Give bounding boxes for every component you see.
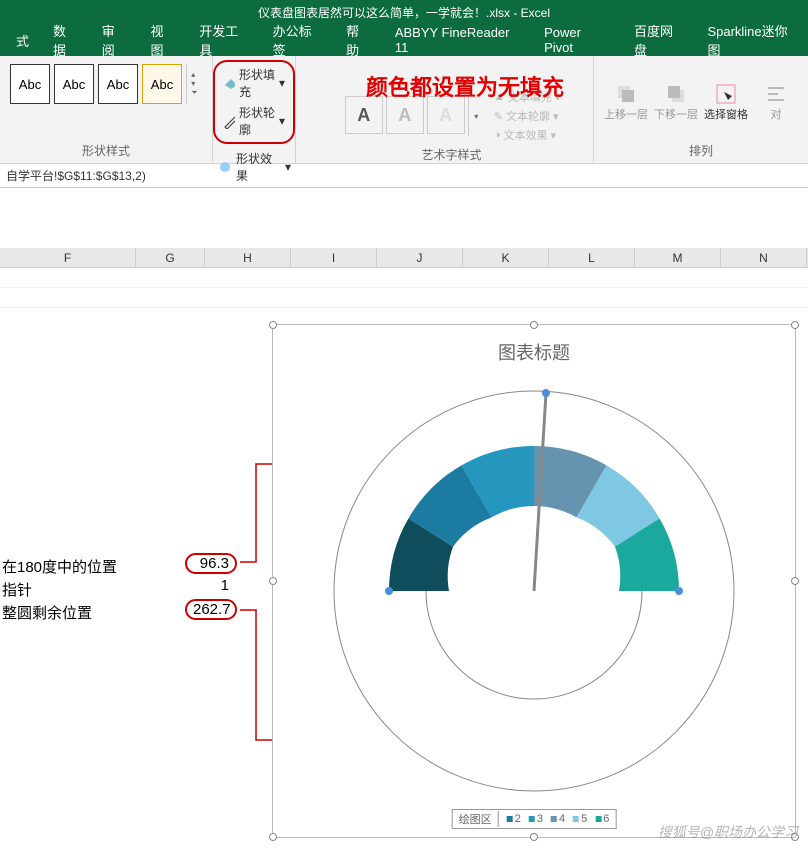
value-position[interactable]: 96.3	[185, 553, 237, 574]
ribbon-content: Abc Abc Abc Abc ▴▾⏷ 形状样式 形状填充 ▾ 形状轮廓 ▾ 形…	[0, 56, 808, 164]
series-handle[interactable]	[675, 587, 683, 595]
shape-outline-button[interactable]: 形状轮廓 ▾	[219, 102, 289, 140]
style-gallery-dropdown[interactable]: ▴▾⏷	[186, 64, 202, 104]
col-k[interactable]: K	[463, 248, 549, 267]
arrange-group-label: 排列	[689, 140, 713, 161]
col-f[interactable]: F	[0, 248, 136, 267]
selection-pane-icon	[714, 82, 738, 106]
col-j[interactable]: J	[377, 248, 463, 267]
shape-style-1[interactable]: Abc	[10, 64, 50, 104]
tab-format[interactable]: 式	[4, 25, 41, 56]
col-g[interactable]: G	[136, 248, 205, 267]
label-remaining: 整圆剩余位置	[2, 602, 117, 625]
legend-6: 6	[595, 813, 609, 825]
formula-text: 自学平台!$G$11:$G$13,2)	[6, 167, 146, 184]
series-handle[interactable]	[542, 389, 550, 397]
col-h[interactable]: H	[205, 248, 291, 267]
text-effects-icon: ◑	[494, 129, 501, 141]
send-backward-button[interactable]: 下移一层	[654, 82, 698, 122]
sel-handle-tr[interactable]	[791, 321, 799, 329]
sel-handle-ml[interactable]	[269, 577, 277, 585]
align-icon	[764, 82, 788, 106]
col-l[interactable]: L	[549, 248, 635, 267]
shape-style-4[interactable]: Abc	[142, 64, 182, 104]
legend-3: 3	[529, 813, 543, 825]
sel-handle-tl[interactable]	[269, 321, 277, 329]
ribbon-tabs: 式 数据 审阅 视图 开发工具 办公标签 帮助 ABBYY FineReader…	[0, 24, 808, 56]
annotation-text: 颜色都设置为无填充	[366, 70, 564, 102]
text-effects-button: ◑文本效果 ▾	[492, 126, 562, 144]
gauge-chart[interactable]	[314, 371, 754, 811]
value-remaining[interactable]: 262.7	[185, 599, 237, 620]
col-i[interactable]: I	[291, 248, 377, 267]
label-pointer: 指针	[2, 579, 117, 602]
bring-forward-icon	[614, 82, 638, 106]
effects-icon	[217, 159, 232, 175]
watermark: 搜狐号@职场办公学习	[658, 822, 798, 842]
text-outline-icon: ✎	[494, 110, 503, 123]
value-pointer[interactable]: 1	[185, 577, 237, 594]
col-n[interactable]: N	[721, 248, 807, 267]
legend-2: 2	[507, 813, 521, 825]
data-labels-block: 在180度中的位置 指针 整圆剩余位置	[2, 556, 117, 625]
shape-group-label: 形状样式	[82, 140, 130, 161]
arrange-group: 上移一层 下移一层 选择窗格 对 排列	[594, 56, 808, 163]
sel-handle-bc[interactable]	[530, 833, 538, 841]
sel-handle-bl[interactable]	[269, 833, 277, 841]
text-outline-button: ✎文本轮廓 ▾	[492, 107, 562, 125]
shape-effects-button[interactable]: 形状效果 ▾	[213, 148, 295, 186]
pen-icon	[223, 113, 235, 129]
chart-legend[interactable]: 绘图区 2 3 4 5 6	[452, 809, 617, 829]
sel-handle-mr[interactable]	[791, 577, 799, 585]
worksheet[interactable]: F G H I J K L M N	[0, 188, 808, 308]
shape-style-2[interactable]: Abc	[54, 64, 94, 104]
legend-4: 4	[551, 813, 565, 825]
chart-object[interactable]: 图表标题 绘图区 2 3 4 5 6	[272, 324, 796, 838]
wordart-dropdown[interactable]: ▾	[468, 96, 484, 136]
align-button[interactable]: 对	[754, 82, 798, 122]
shape-fill-button[interactable]: 形状填充 ▾	[219, 64, 289, 102]
wordart-group-label: 艺术字样式	[422, 144, 482, 165]
send-backward-icon	[664, 82, 688, 106]
formula-bar[interactable]: 自学平台!$G$11:$G$13,2)	[0, 164, 808, 188]
shape-fill-outline-group: 形状填充 ▾ 形状轮廓 ▾ 形状效果 ▾	[213, 56, 296, 163]
series-handle[interactable]	[385, 587, 393, 595]
chart-title[interactable]: 图表标题	[273, 325, 795, 371]
paint-bucket-icon	[223, 75, 235, 91]
sel-handle-tc[interactable]	[530, 321, 538, 329]
legend-title: 绘图区	[459, 811, 499, 827]
shape-styles-group: Abc Abc Abc Abc ▴▾⏷ 形状样式	[0, 56, 213, 163]
col-m[interactable]: M	[635, 248, 721, 267]
shape-style-3[interactable]: Abc	[98, 64, 138, 104]
selection-pane-button[interactable]: 选择窗格	[704, 82, 748, 122]
column-headers: F G H I J K L M N	[0, 248, 808, 268]
tab-abbyy[interactable]: ABBYY FineReader 11	[383, 19, 532, 61]
label-position: 在180度中的位置	[2, 556, 117, 579]
bring-forward-button[interactable]: 上移一层	[604, 82, 648, 122]
legend-5: 5	[573, 813, 587, 825]
tab-powerpivot[interactable]: Power Pivot	[532, 19, 622, 61]
